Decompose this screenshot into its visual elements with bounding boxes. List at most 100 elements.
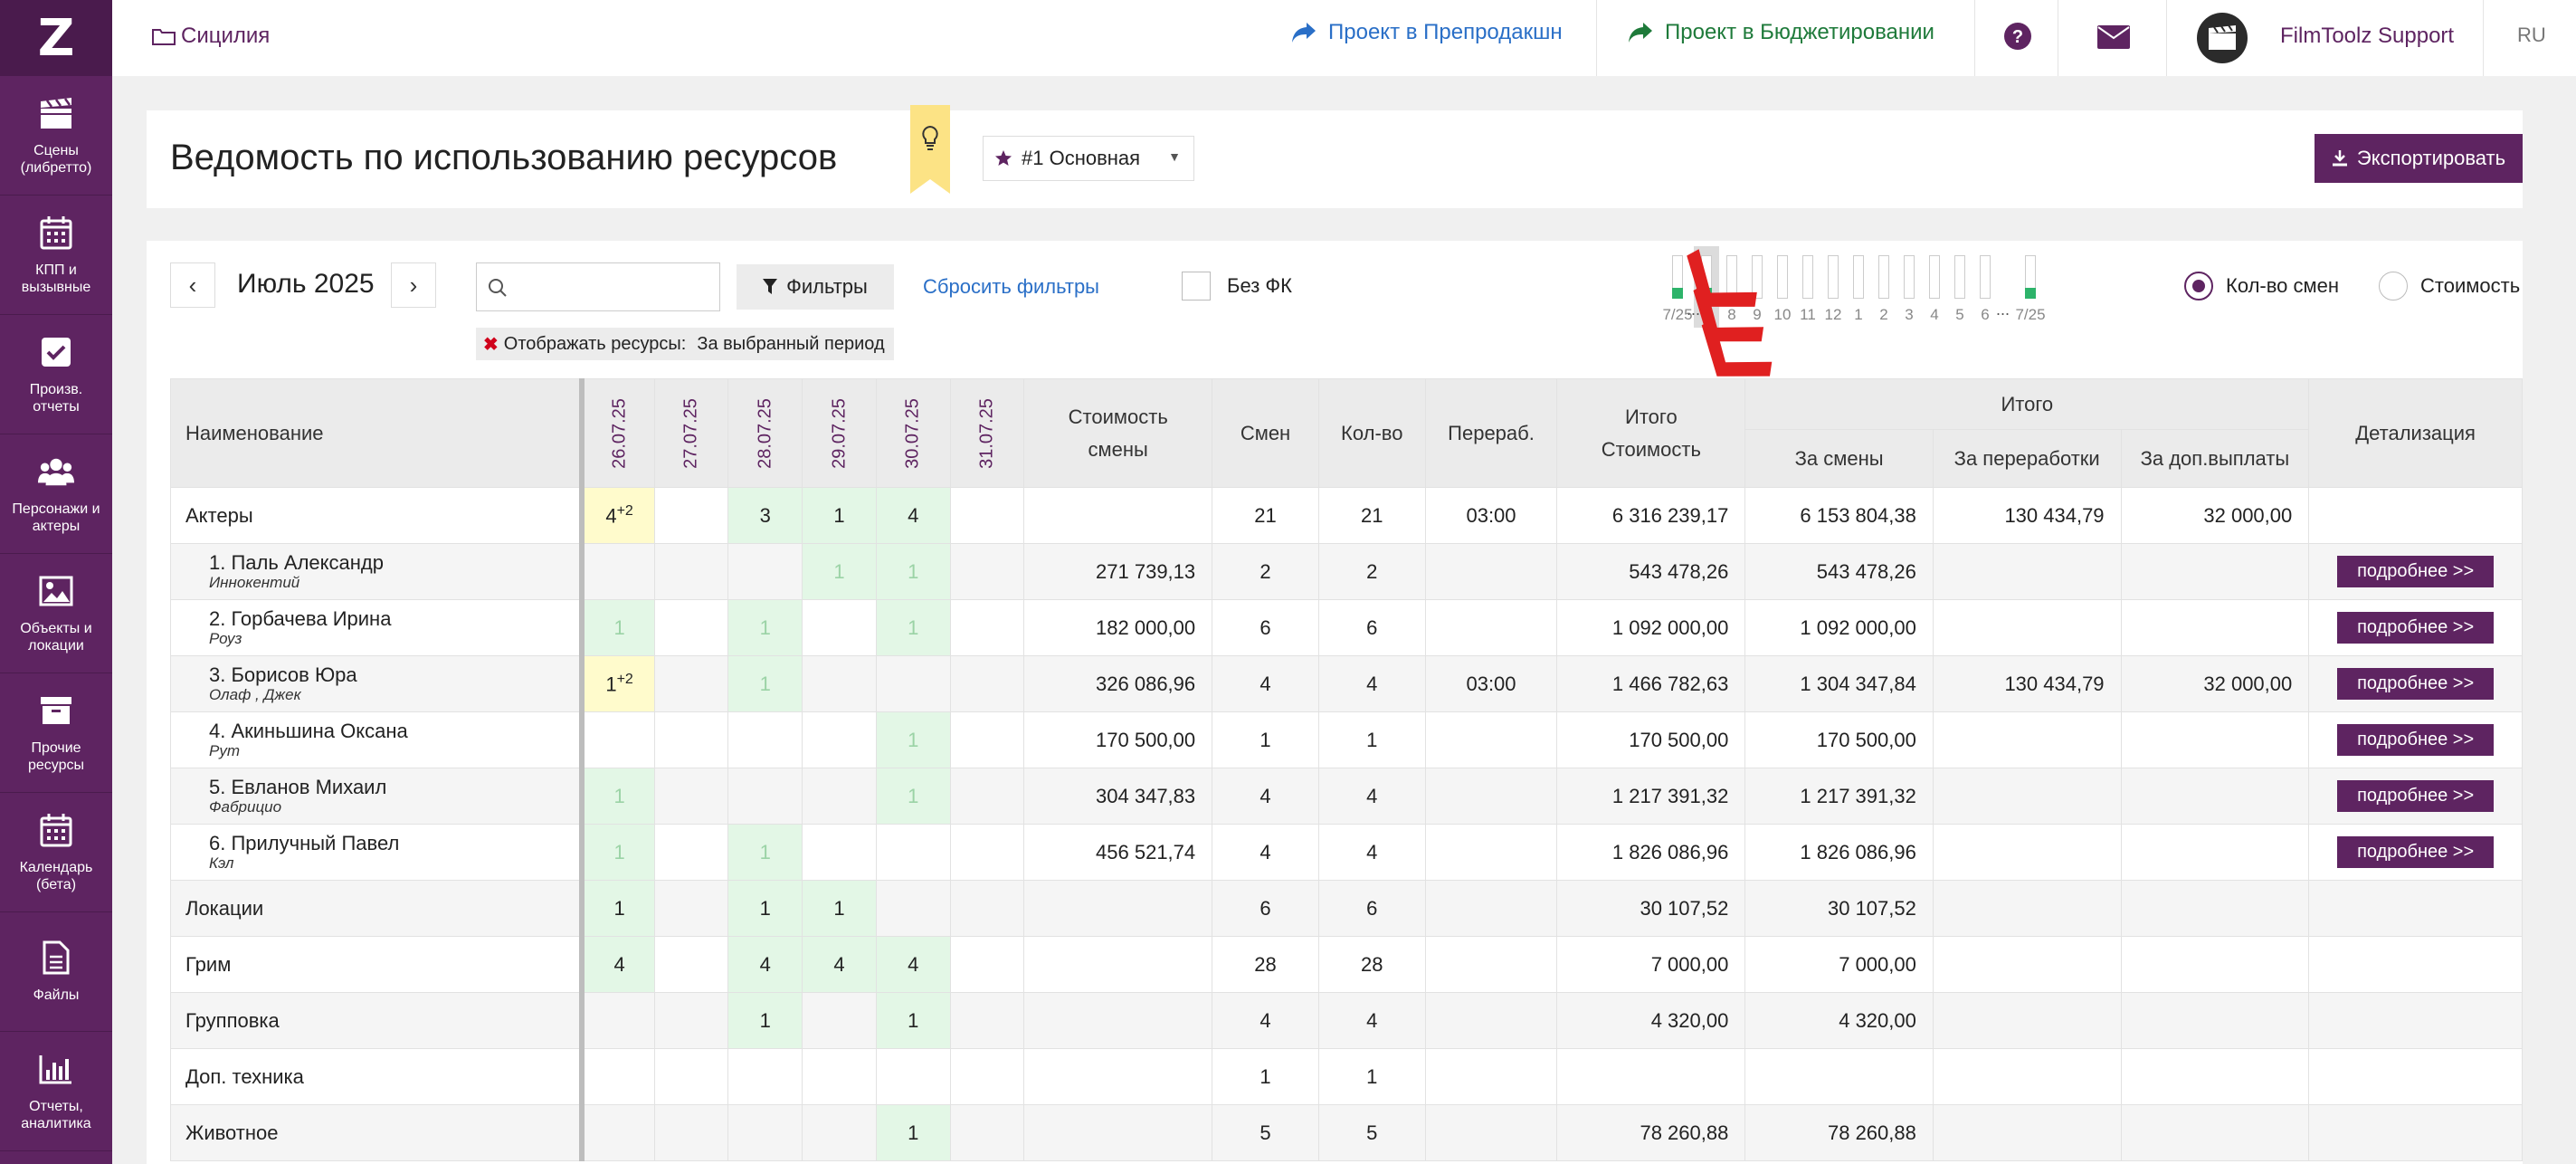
category-row[interactable]: Животное 1 5 5 78 260,88 78 260,88 (170, 1104, 2523, 1161)
resource-row[interactable]: 4. Акиньшина Оксана Рут 1 170 500,00 1 1 170 5… (170, 711, 2523, 768)
day-cell[interactable] (949, 487, 1025, 544)
resource-name-cell[interactable]: 2. Горбачева Ирина Роуз (170, 599, 583, 656)
category-row[interactable]: Грим 4 4 4 4 28 28 7 000,00 7 000,00 (170, 936, 2523, 993)
day-cell[interactable] (875, 1048, 951, 1105)
resource-row[interactable]: 1. Паль Александр Иннокентий 1 1 271 739,13 2… (170, 543, 2523, 600)
day-cell[interactable] (727, 711, 803, 768)
day-cell[interactable]: 1 (727, 824, 803, 881)
day-cell[interactable] (653, 880, 729, 937)
day-cell[interactable] (727, 543, 803, 600)
day-cell[interactable] (653, 1104, 729, 1161)
search-input[interactable] (513, 271, 712, 303)
day-cell[interactable] (653, 487, 729, 544)
user-name[interactable]: FilmToolz Support (2280, 24, 2454, 49)
day-cell[interactable]: 1 (579, 599, 655, 656)
day-cell[interactable]: 1 (579, 768, 655, 825)
day-cell[interactable]: 1 (802, 543, 877, 600)
day-cell[interactable] (802, 1048, 877, 1105)
details-button[interactable]: подробнее >> (2337, 836, 2495, 868)
sidebar-item[interactable]: КПП и вызывные (0, 196, 112, 315)
day-cell[interactable]: 1 (802, 880, 877, 937)
col-header-name[interactable]: Наименование (170, 378, 583, 488)
language-switcher[interactable]: RU (2517, 24, 2546, 47)
help-icon[interactable]: ? (2003, 22, 2032, 55)
day-cell[interactable] (653, 543, 729, 600)
day-cell[interactable] (875, 655, 951, 712)
resource-row[interactable]: 3. Борисов Юра Олаф , Джек 1+2 1 326 086,96 4… (170, 655, 2523, 712)
preprod-link[interactable]: Проект в Препродакшн (1290, 20, 1563, 45)
day-cell[interactable]: 1 (727, 655, 803, 712)
timeline-day[interactable]: 7/25 (2015, 246, 2046, 328)
day-cell[interactable]: 1 (875, 543, 951, 600)
day-cell[interactable]: 1 (875, 599, 951, 656)
details-button[interactable]: подробнее >> (2337, 612, 2495, 644)
app-logo[interactable]: Z (0, 0, 112, 76)
day-cell[interactable] (579, 543, 655, 600)
sidebar-item[interactable]: Персонажи и актеры (0, 434, 112, 554)
sidebar-item[interactable]: Объекты и локации (0, 554, 112, 673)
day-cell[interactable] (727, 768, 803, 825)
day-cell[interactable] (653, 599, 729, 656)
day-cell[interactable] (802, 824, 877, 881)
filters-button[interactable]: Фильтры (737, 264, 894, 310)
day-cell[interactable]: 1 (727, 992, 803, 1049)
category-row[interactable]: Локации 1 1 1 6 6 30 107,52 30 107,52 (170, 880, 2523, 937)
day-cell[interactable] (875, 880, 951, 937)
no-fk-checkbox[interactable]: Без ФК (1182, 272, 1292, 301)
day-cell[interactable]: 1 (579, 824, 655, 881)
day-cell[interactable]: 1+2 (579, 655, 655, 712)
day-cell[interactable] (949, 1048, 1025, 1105)
resource-row[interactable]: 5. Евланов Михаил Фабрицио 1 1 304 347,83 4 4 1… (170, 768, 2523, 825)
search-box[interactable] (476, 262, 720, 311)
day-cell[interactable] (727, 1104, 803, 1161)
category-row[interactable]: Доп. техника 1 1 (170, 1048, 2523, 1105)
day-cell[interactable]: 1 (875, 992, 951, 1049)
day-cell[interactable] (653, 768, 729, 825)
resource-name-cell[interactable]: Групповка (170, 992, 583, 1049)
mail-icon[interactable] (2097, 25, 2130, 53)
resource-name-cell[interactable]: Актеры (170, 487, 583, 544)
day-cell[interactable] (949, 655, 1025, 712)
category-row[interactable]: Актеры 4+2 3 1 4 21 21 03:00 6 316 239,17 6 153 8… (170, 487, 2523, 544)
resource-name-cell[interactable]: 6. Прилучный Павел Кэл (170, 824, 583, 881)
day-cell[interactable] (949, 880, 1025, 937)
day-cell[interactable] (653, 992, 729, 1049)
reset-filters-link[interactable]: Сбросить фильтры (923, 275, 1099, 299)
day-cell[interactable] (802, 599, 877, 656)
day-cell[interactable]: 1 (802, 487, 877, 544)
day-cell[interactable] (579, 1104, 655, 1161)
day-cell[interactable] (949, 711, 1025, 768)
project-breadcrumb[interactable]: Сицилия (152, 24, 270, 49)
resource-name-cell[interactable]: 1. Паль Александр Иннокентий (170, 543, 583, 600)
day-cell[interactable]: 4 (727, 936, 803, 993)
details-button[interactable]: подробнее >> (2337, 780, 2495, 812)
sidebar-item[interactable]: Календарь (бета) (0, 793, 112, 912)
day-cell[interactable]: 1 (727, 599, 803, 656)
day-cell[interactable] (949, 543, 1025, 600)
day-cell[interactable] (949, 768, 1025, 825)
sidebar-item[interactable]: Произв. отчеты (0, 315, 112, 434)
details-button[interactable]: подробнее >> (2337, 556, 2495, 587)
day-cell[interactable] (653, 936, 729, 993)
day-cell[interactable]: 4 (875, 487, 951, 544)
day-cell[interactable] (802, 992, 877, 1049)
next-month-button[interactable]: › (391, 262, 436, 308)
day-cell[interactable]: 4 (875, 936, 951, 993)
sidebar-item[interactable]: Отчеты, аналитика (0, 1032, 112, 1151)
day-cell[interactable] (949, 936, 1025, 993)
day-cell[interactable] (579, 1048, 655, 1105)
resource-name-cell[interactable]: 5. Евланов Михаил Фабрицио (170, 768, 583, 825)
filter-chip[interactable]: ✖ Отображать ресурсы: За выбранный перио… (476, 328, 894, 360)
day-cell[interactable] (653, 824, 729, 881)
radio-cost[interactable] (2379, 272, 2409, 301)
day-cell[interactable]: 1 (727, 880, 803, 937)
day-cell[interactable] (949, 824, 1025, 881)
category-row[interactable]: Групповка 1 1 4 4 4 320,00 4 320,00 (170, 992, 2523, 1049)
hint-bookmark[interactable] (910, 105, 950, 194)
day-cell[interactable] (949, 1104, 1025, 1161)
resource-name-cell[interactable]: Доп. техника (170, 1048, 583, 1105)
resource-row[interactable]: 2. Горбачева Ирина Роуз 1 1 1 182 000,00 6 6 1 0… (170, 599, 2523, 656)
details-button[interactable]: подробнее >> (2337, 724, 2495, 756)
day-cell[interactable] (949, 992, 1025, 1049)
budget-link[interactable]: Проект в Бюджетировании (1627, 20, 1934, 45)
